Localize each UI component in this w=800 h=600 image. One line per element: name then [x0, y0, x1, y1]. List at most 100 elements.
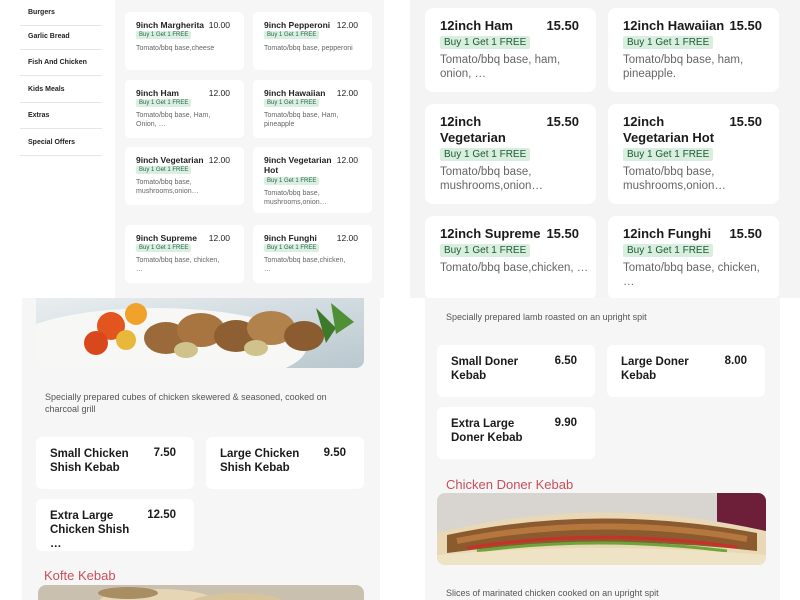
offer-badge: Buy 1 Get 1 FREE — [136, 166, 192, 174]
menu-item-card[interactable]: 9inch Funghi 12.00 Buy 1 Get 1 FREE Toma… — [253, 225, 372, 283]
kofte-photo — [38, 585, 364, 600]
item-name: Extra Large Chicken Shish … — [50, 510, 130, 550]
menu-item-card[interactable]: 9inch Supreme 12.00 Buy 1 Get 1 FREE Tom… — [125, 225, 244, 283]
item-price: 9.50 — [323, 447, 346, 459]
item-name: 9inch Supreme — [136, 233, 197, 243]
item-price: 8.00 — [724, 355, 747, 367]
sidebar-item-fish-and-chicken[interactable]: Fish And Chicken — [20, 50, 102, 76]
item-description: Tomato/bbq base,cheese — [136, 45, 215, 52]
item-price: 7.50 — [153, 447, 176, 459]
item-price: 15.50 — [546, 226, 579, 241]
screenshot-collage: Burgers Garlic Bread Fish And Chicken Ki… — [0, 0, 800, 600]
item-price: 15.50 — [729, 114, 762, 129]
item-description: Tomato/bbq base, mushrooms,onion… — [136, 179, 199, 195]
doner-section: Specially prepared lamb roasted on an up… — [425, 298, 780, 600]
offer-badge: Buy 1 Get 1 FREE — [623, 244, 714, 257]
menu-item-card[interactable]: 12inch Vegetarian Hot 15.50 Buy 1 Get 1 … — [608, 104, 779, 204]
menu-item-card[interactable]: 12inch Ham 15.50 Buy 1 Get 1 FREE Tomato… — [425, 8, 596, 92]
item-description: Tomato/bbq base, Ham, pineapple — [264, 112, 339, 128]
item-description: Tomato/bbq base, mushrooms,onion… — [623, 166, 726, 192]
offer-badge: Buy 1 Get 1 FREE — [264, 244, 320, 252]
offer-badge: Buy 1 Get 1 FREE — [264, 31, 320, 39]
item-name: 12inch Vegetarian — [440, 114, 506, 145]
sidebar-item-garlic-bread[interactable]: Garlic Bread — [20, 24, 102, 50]
section-title-chicken-doner: Chicken Doner Kebab — [446, 477, 574, 492]
offer-badge: Buy 1 Get 1 FREE — [136, 244, 192, 252]
sidebar-item-extras[interactable]: Extras — [20, 103, 102, 129]
kofte-image — [38, 585, 364, 600]
item-name: Large Chicken Shish Kebab — [220, 448, 300, 474]
item-price: 15.50 — [729, 226, 762, 241]
item-price: 15.50 — [546, 114, 579, 129]
item-description: Tomato/bbq base, ham, pineapple. — [623, 54, 744, 80]
menu-item-card[interactable]: 9inch Ham 12.00 Buy 1 Get 1 FREE Tomato/… — [125, 80, 244, 138]
category-description: Specially prepared lamb roasted on an up… — [446, 312, 647, 322]
item-price: 12.50 — [147, 509, 176, 521]
offer-badge: Buy 1 Get 1 FREE — [623, 36, 714, 49]
menu-item-card[interactable]: Small Chicken Shish Kebab 7.50 — [36, 437, 194, 489]
item-name: 9inch Funghi — [264, 233, 317, 243]
item-name: Large Doner Kebab — [621, 356, 689, 382]
chicken-doner-photo — [437, 493, 766, 565]
section-title-kofte: Kofte Kebab — [44, 568, 116, 583]
menu-item-card[interactable]: 9inch Pepperoni 12.00 Buy 1 Get 1 FREE T… — [253, 12, 372, 70]
item-name: 12inch Supreme — [440, 226, 541, 241]
item-description: Tomato/bbq base,chicken, … — [264, 257, 346, 273]
menu-item-card[interactable]: 12inch Hawaiian 15.50 Buy 1 Get 1 FREE T… — [608, 8, 779, 92]
item-description: Tomato/bbq base, chicken, … — [136, 257, 220, 273]
item-name: 12inch Hawaiian — [623, 18, 725, 33]
menu-item-card[interactable]: 9inch Hawaiian 12.00 Buy 1 Get 1 FREE To… — [253, 80, 372, 138]
offer-badge: Buy 1 Get 1 FREE — [623, 148, 714, 161]
chicken-skewer-image — [36, 298, 364, 368]
item-name: 12inch Funghi — [623, 226, 712, 241]
item-name: 9inch Ham — [136, 88, 179, 98]
menu-item-card[interactable]: Small Doner Kebab 6.50 — [437, 345, 595, 397]
menu-item-card[interactable]: 12inch Funghi 15.50 Buy 1 Get 1 FREE Tom… — [608, 216, 779, 298]
category-sidebar: Burgers Garlic Bread Fish And Chicken Ki… — [0, 0, 115, 298]
item-description: Tomato/bbq base, mushrooms,onion… — [440, 166, 543, 192]
menu-item-card[interactable]: 9inch Vegetarian 12.00 Buy 1 Get 1 FREE … — [125, 147, 244, 205]
menu-item-card[interactable]: Extra Large Chicken Shish … 12.50 — [36, 499, 194, 551]
item-name: 9inch Vegetarian Hot — [264, 155, 332, 175]
menu-item-card[interactable]: 9inch Margherita 10.00 Buy 1 Get 1 FREE … — [125, 12, 244, 70]
chicken-shish-photo — [36, 298, 364, 368]
menu-item-card[interactable]: 9inch Vegetarian Hot 12.00 Buy 1 Get 1 F… — [253, 147, 372, 213]
offer-badge: Buy 1 Get 1 FREE — [264, 99, 320, 107]
large-pizza-panel: 12inch Ham 15.50 Buy 1 Get 1 FREE Tomato… — [410, 0, 800, 298]
offer-badge: Buy 1 Get 1 FREE — [440, 148, 531, 161]
item-price: 12.00 — [336, 88, 358, 98]
item-description: Tomato/bbq base, mushrooms,onion… — [264, 190, 327, 206]
item-price: 12.00 — [208, 88, 230, 98]
item-price: 12.00 — [336, 233, 358, 243]
menu-item-card[interactable]: 12inch Vegetarian 15.50 Buy 1 Get 1 FREE… — [425, 104, 596, 204]
offer-badge: Buy 1 Get 1 FREE — [136, 99, 192, 107]
category-description: Slices of marinated chicken cooked on an… — [446, 588, 659, 598]
item-price: 9.90 — [554, 417, 577, 429]
menu-item-card[interactable]: 12inch Supreme 15.50 Buy 1 Get 1 FREE To… — [425, 216, 596, 298]
item-description: Tomato/bbq base, pepperoni — [264, 45, 353, 52]
small-pizza-panel: Burgers Garlic Bread Fish And Chicken Ki… — [0, 0, 384, 298]
item-name: 12inch Ham — [440, 18, 513, 33]
item-name: 9inch Margherita — [136, 20, 205, 30]
item-name: 9inch Pepperoni — [264, 20, 331, 30]
item-price: 12.00 — [208, 233, 230, 243]
menu-item-card[interactable]: Large Chicken Shish Kebab 9.50 — [206, 437, 364, 489]
item-name: 9inch Vegetarian — [136, 155, 204, 165]
item-name: 12inch Vegetarian Hot — [623, 114, 715, 145]
item-price: 10.00 — [208, 20, 230, 30]
category-description: Specially prepared cubes of chicken skew… — [45, 392, 327, 414]
item-name: Small Chicken Shish Kebab — [50, 448, 129, 474]
sidebar-item-burgers[interactable]: Burgers — [20, 0, 102, 26]
menu-item-card[interactable]: Extra Large Doner Kebab 9.90 — [437, 407, 595, 459]
offer-badge: Buy 1 Get 1 FREE — [136, 31, 192, 39]
sidebar-item-special-offers[interactable]: Special Offers — [20, 130, 102, 156]
item-description: Tomato/bbq base,chicken, … — [440, 262, 589, 274]
menu-item-card[interactable]: Large Doner Kebab 8.00 — [607, 345, 765, 397]
sidebar-item-kids-meals[interactable]: Kids Meals — [20, 77, 102, 103]
item-name: 9inch Hawaiian — [264, 88, 326, 98]
offer-badge: Buy 1 Get 1 FREE — [264, 177, 320, 185]
item-name: Small Doner Kebab — [451, 356, 519, 382]
item-price: 12.00 — [208, 155, 230, 165]
item-price: 12.00 — [336, 20, 358, 30]
item-name: Extra Large Doner Kebab — [451, 418, 523, 444]
